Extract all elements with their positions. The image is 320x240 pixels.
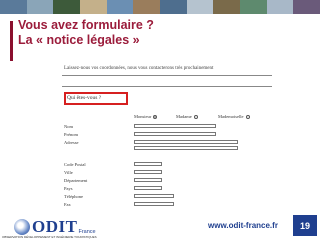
field-label-telephone: Téléphone bbox=[64, 194, 83, 199]
odit-logo: ODIT France bbox=[14, 217, 96, 237]
header-photo-strip bbox=[0, 0, 320, 14]
civility-option-madame[interactable]: Madame bbox=[176, 114, 198, 119]
title-accent-bar bbox=[10, 21, 13, 61]
field-label-pays: Pays bbox=[64, 186, 73, 191]
civility-label: Mademoiselle bbox=[218, 114, 244, 119]
question-label: Qui êtes-vous ? bbox=[67, 95, 102, 101]
field-label-code-postal: Code Postal bbox=[64, 162, 86, 167]
radio-button[interactable] bbox=[193, 114, 198, 119]
radio-button[interactable] bbox=[153, 114, 158, 119]
prenom-input[interactable] bbox=[134, 132, 216, 136]
adresse-input-line2[interactable] bbox=[134, 146, 238, 150]
field-label-departement: Département bbox=[64, 178, 88, 183]
logo-text: ODIT bbox=[32, 217, 78, 236]
slide-title-line1: Vous avez formulaire ? bbox=[18, 18, 154, 32]
adresse-input[interactable] bbox=[134, 140, 238, 144]
field-label-prenom: Prénom bbox=[64, 132, 78, 137]
civility-label: Monsieur bbox=[134, 114, 152, 119]
code-postal-input[interactable] bbox=[134, 162, 162, 166]
nom-input[interactable] bbox=[134, 124, 216, 128]
field-label-nom: Nom bbox=[64, 124, 73, 129]
pays-input[interactable] bbox=[134, 186, 162, 190]
ville-input[interactable] bbox=[134, 170, 162, 174]
civility-option-mademoiselle[interactable]: Mademoiselle bbox=[218, 114, 250, 119]
form-divider bbox=[62, 75, 272, 76]
slide-title: Vous avez formulaire ? La « notice légal… bbox=[18, 18, 154, 48]
page-number-badge: 19 bbox=[293, 215, 317, 236]
departement-input[interactable] bbox=[134, 178, 162, 182]
form-screenshot: Laissez-nous vos coordonnées, nous vous … bbox=[58, 62, 280, 214]
civility-label: Madame bbox=[176, 114, 192, 119]
globe-icon bbox=[14, 219, 30, 235]
field-label-ville: Ville bbox=[64, 170, 73, 175]
slide-title-line2: La « notice légales » bbox=[18, 33, 140, 47]
logo-tagline: OBSERVATION DÉVELOPPEMENT ET INGÉNIERIE … bbox=[2, 235, 97, 239]
fax-input[interactable] bbox=[134, 202, 174, 206]
form-divider bbox=[62, 86, 272, 87]
form-intro-text: Laissez-nous vos coordonnées, nous vous … bbox=[64, 66, 214, 71]
website-link[interactable]: www.odit-france.fr bbox=[208, 221, 278, 230]
telephone-input[interactable] bbox=[134, 194, 174, 198]
field-label-adresse: Adresse bbox=[64, 140, 79, 145]
civility-option-monsieur[interactable]: Monsieur bbox=[134, 114, 158, 119]
field-label-fax: Fax bbox=[64, 202, 71, 207]
radio-button[interactable] bbox=[245, 114, 250, 119]
